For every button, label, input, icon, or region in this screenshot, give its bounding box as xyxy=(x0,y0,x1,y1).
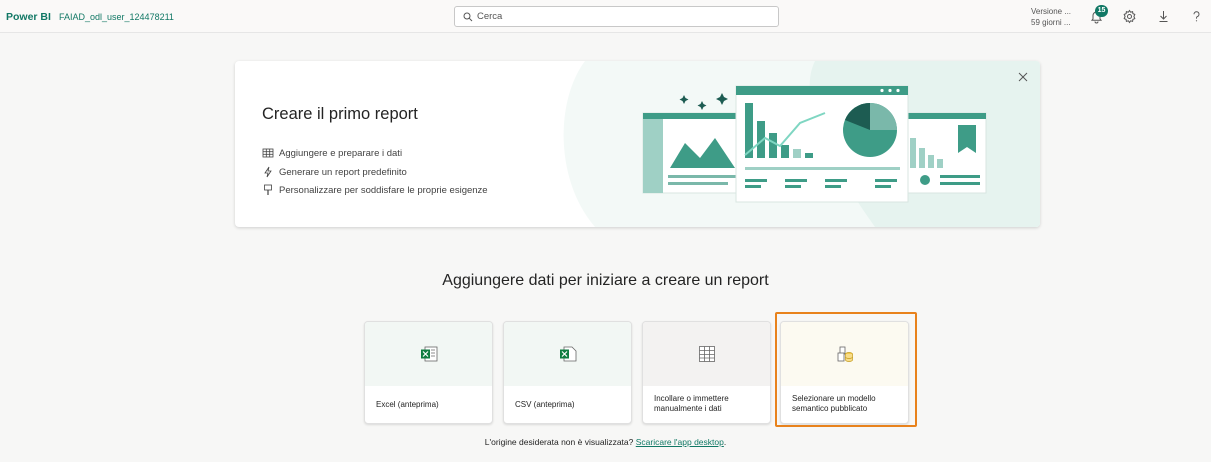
lightning-icon xyxy=(264,166,272,178)
download-icon[interactable] xyxy=(1156,9,1171,24)
gear-icon[interactable] xyxy=(1122,9,1137,24)
feature-label: Personalizzare per soddisfare le proprie… xyxy=(279,184,488,196)
feature-label: Aggiungere e preparare i dati xyxy=(279,147,403,159)
report-illustration xyxy=(642,85,987,203)
excel-card[interactable]: Excel (anteprima) xyxy=(364,321,493,424)
enter-data-card[interactable]: Incollare o immettere manualmente i dati xyxy=(642,321,771,424)
semantic-model-card[interactable]: Selezionare un modello semantico pubblic… xyxy=(780,321,909,424)
search-input[interactable] xyxy=(477,9,767,24)
footer-note: L'origine desiderata non è visualizzata?… xyxy=(0,437,1211,447)
paintbrush-icon xyxy=(264,184,272,195)
top-bar: Power BI FAIAD_odl_user_124478211 Versio… xyxy=(0,0,1211,33)
add-data-heading: Aggiungere dati per iniziare a creare un… xyxy=(442,272,769,289)
excel-icon xyxy=(421,346,438,362)
semantic-model-icon xyxy=(837,346,853,362)
brand-logo-text[interactable]: Power BI xyxy=(6,11,51,23)
trial-status[interactable]: Versione ... 59 giorni ... xyxy=(1031,6,1071,28)
workspace-name[interactable]: FAIAD_odl_user_124478211 xyxy=(59,12,174,22)
download-desktop-link[interactable]: Scaricare l'app desktop xyxy=(636,437,724,447)
card-label: CSV (anteprima) xyxy=(515,400,575,409)
help-icon[interactable] xyxy=(1189,9,1204,24)
card-label: Excel (anteprima) xyxy=(376,400,439,409)
card-label: Selezionare un modello semantico pubblic… xyxy=(792,394,876,413)
notification-count-badge: 15 xyxy=(1095,5,1108,17)
feature-customize: Personalizzare per soddisfare le proprie… xyxy=(262,184,488,196)
trial-line-1: Versione ... xyxy=(1031,7,1072,16)
search-box[interactable] xyxy=(454,6,779,27)
banner-title: Creare il primo report xyxy=(262,105,418,123)
feature-generate-report: Generare un report predefinito xyxy=(262,166,407,178)
feature-add-data: Aggiungere e preparare i dati xyxy=(262,147,402,159)
table-icon xyxy=(262,148,274,158)
csv-icon xyxy=(560,346,577,362)
csv-card[interactable]: CSV (anteprima) xyxy=(503,321,632,424)
feature-label: Generare un report predefinito xyxy=(279,166,407,178)
search-icon xyxy=(463,12,473,22)
close-icon[interactable] xyxy=(1017,71,1029,83)
trial-line-2: 59 giorni ... xyxy=(1031,18,1071,27)
getting-started-banner: Creare il primo report Aggiungere e prep… xyxy=(235,61,1040,227)
card-label: Incollare o immettere manualmente i dati xyxy=(654,394,729,413)
table-grid-icon xyxy=(699,346,715,362)
footer-text: L'origine desiderata non è visualizzata? xyxy=(484,437,634,447)
footer-end: . xyxy=(723,437,727,447)
